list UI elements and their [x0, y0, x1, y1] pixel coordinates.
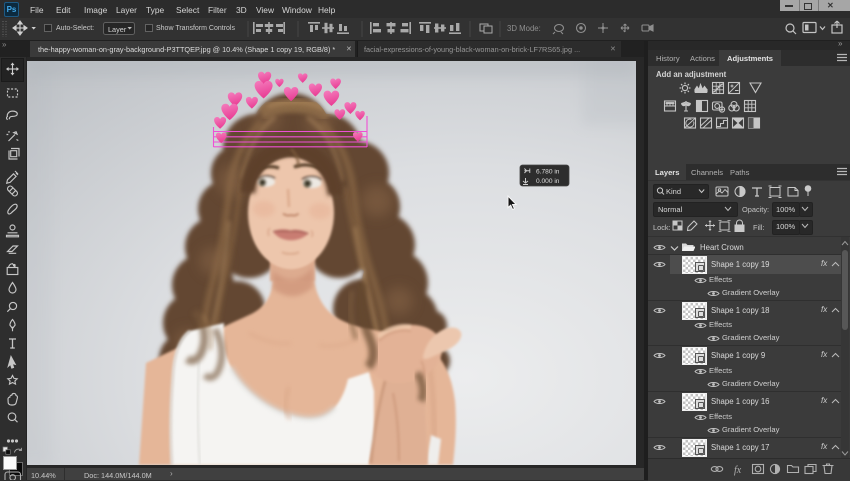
svg-text:fx: fx: [734, 465, 742, 476]
svg-text:0.000 in: 0.000 in: [536, 178, 560, 185]
svg-text:6.780 in: 6.780 in: [536, 169, 560, 176]
svg-text:3D Mode:: 3D Mode:: [507, 24, 541, 33]
